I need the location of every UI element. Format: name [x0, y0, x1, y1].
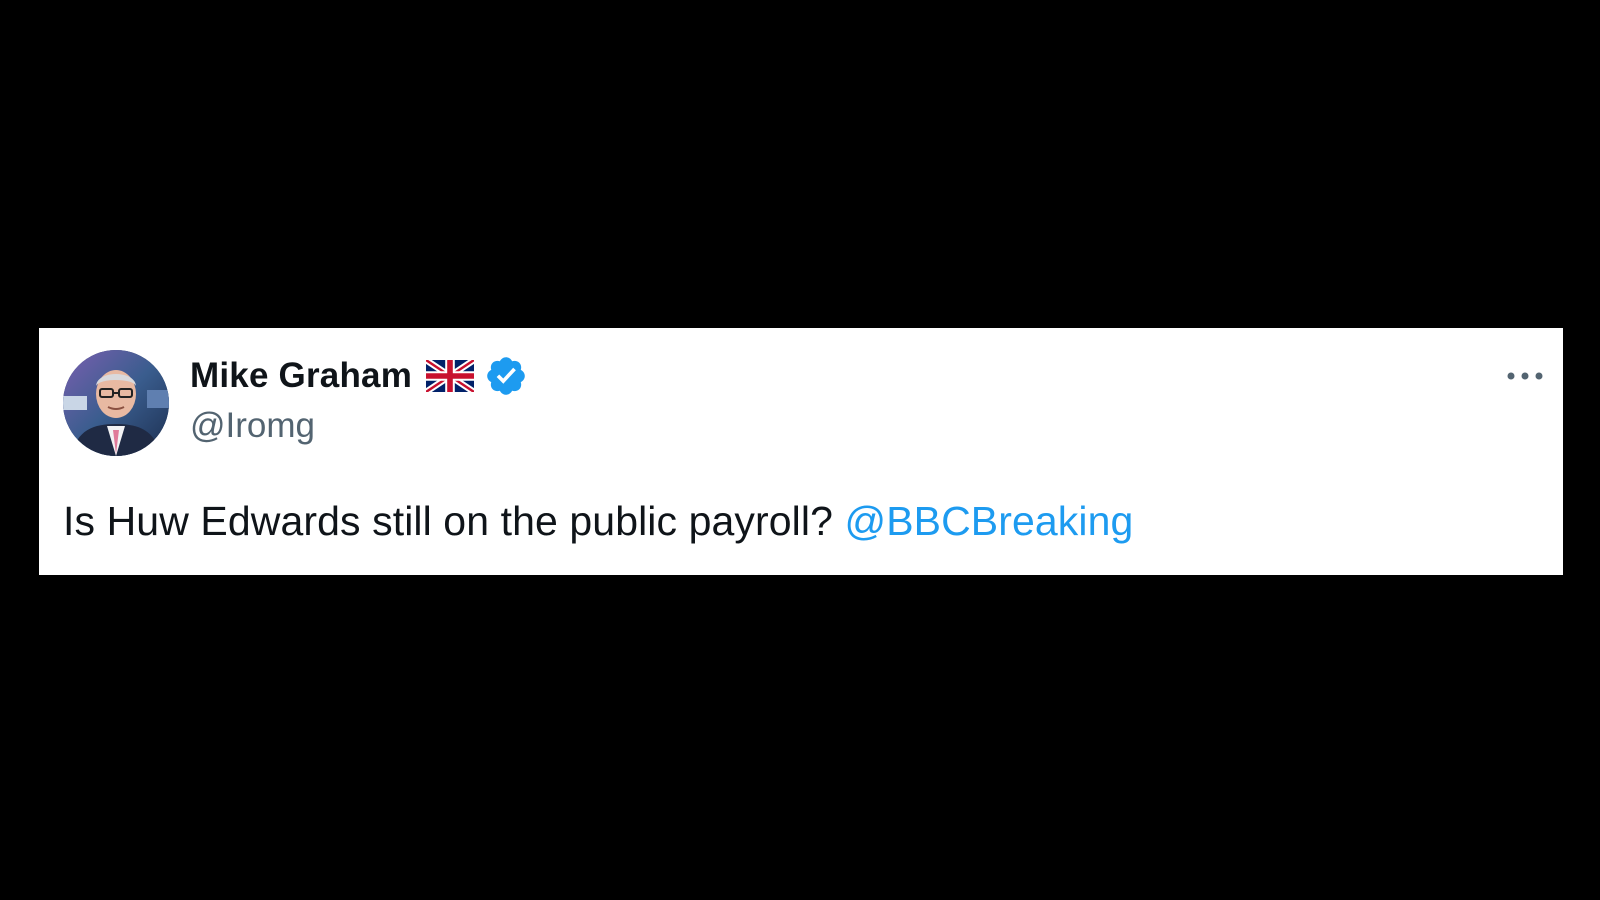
- more-options-button[interactable]: [1501, 358, 1549, 394]
- screen: Mike Graham @Iromg Is Huw Edwards still …: [0, 0, 1600, 900]
- tweet-card[interactable]: Mike Graham @Iromg Is Huw Edwards still …: [39, 328, 1563, 575]
- author-display-name[interactable]: Mike Graham: [190, 356, 412, 396]
- avatar[interactable]: [63, 350, 169, 456]
- tweet-body: Is Huw Edwards still on the public payro…: [63, 498, 1133, 545]
- uk-flag-icon: [426, 360, 475, 392]
- tweet-text: Is Huw Edwards still on the public payro…: [63, 498, 845, 544]
- mention-link[interactable]: @BBCBreaking: [844, 498, 1133, 544]
- author-handle[interactable]: @Iromg: [190, 406, 315, 446]
- verified-badge-icon[interactable]: [484, 354, 528, 398]
- author-name-row: Mike Graham: [190, 354, 528, 398]
- avatar-image: [63, 350, 169, 456]
- more-options-icon: [1507, 372, 1543, 380]
